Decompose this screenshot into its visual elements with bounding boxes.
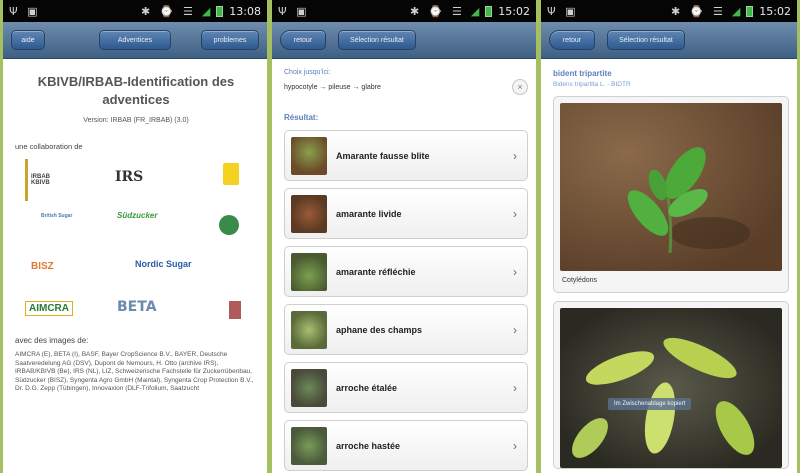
back-button[interactable]: retour (280, 30, 326, 50)
images-label: avec des images de: (15, 336, 89, 345)
result-item[interactable]: amarante livide › (284, 188, 528, 239)
system-icons: ✱ ⌚ ☰ (410, 4, 465, 18)
weeds-button[interactable]: Adventices (99, 30, 171, 50)
phone-screen-results: Ψ ▣ ✱ ⌚ ☰ ◢ 15:02 retour Sélection résul… (272, 0, 536, 473)
system-icons: ✱ ⌚ ☰ (141, 4, 196, 18)
image-credits: AIMCRA (E), BETA (I), BASF, Bayer CropSc… (15, 351, 254, 392)
result-item-label: arroche hastée (336, 440, 401, 451)
species-content: bident tripartite Bidens tripartita L. -… (541, 59, 797, 469)
phone-screen-about: Ψ ▣ ✱ ⌚ ☰ ◢ 13:08 aide Adventices proble… (3, 0, 267, 473)
suedzucker-logo: Südzucker (117, 211, 158, 220)
photo-caption: Cotylédons (562, 277, 598, 284)
result-item[interactable]: arroche étalée › (284, 362, 528, 413)
partner-logos: IRBAB KBIVB IRS British Sugar Südzucker … (15, 155, 257, 330)
chevron-right-icon: › (513, 380, 517, 395)
round-green-logo-icon (219, 215, 239, 235)
collaboration-label: une collaboration de (15, 142, 83, 151)
navigation-bar: aide Adventices problemes (3, 22, 267, 59)
photo-card[interactable]: Cotylédons (553, 96, 789, 293)
weed-thumbnail (291, 252, 327, 291)
species-name: bident tripartite (553, 69, 612, 78)
choice-label: Choix jusqu'ici: (284, 69, 331, 76)
navigation-bar: retour Sélection résultat (272, 22, 536, 59)
aimcra-logo: AIMCRA (25, 301, 73, 316)
weed-thumbnail (291, 426, 327, 465)
result-item[interactable]: aphane des champs › (284, 304, 528, 355)
result-item-label: Amarante fausse blite (336, 150, 430, 161)
copied-toast: Im Zwischenablage kopiert (608, 398, 692, 410)
species-scientific-name: Bidens tripartita L. - BIDTR (553, 81, 631, 88)
yellow-logo-icon (223, 163, 239, 185)
status-bar: Ψ ▣ ✱ ⌚ ☰ ◢ 13:08 (3, 0, 267, 22)
signal-icon: ◢ (731, 4, 741, 18)
chevron-right-icon: › (513, 264, 517, 279)
weed-thumbnail (291, 194, 327, 233)
weed-thumbnail (291, 136, 327, 175)
chevron-right-icon: › (513, 206, 517, 221)
choice-path: hypocotyle → pileuse → glabre (284, 83, 381, 91)
notification-icons: Ψ ▣ (278, 4, 310, 18)
app-version: Version: IRBAB (FR_IRBAB) (3.0) (83, 117, 189, 124)
plant-photo[interactable]: Im Zwischenablage kopiert (560, 308, 782, 468)
signal-icon: ◢ (201, 4, 211, 18)
notification-icons: Ψ ▣ (9, 4, 41, 18)
result-item[interactable]: Amarante fausse blite › (284, 130, 528, 181)
photo-card[interactable]: Im Zwischenablage kopiert (553, 301, 789, 469)
navigation-bar: retour Sélection résultat (541, 22, 797, 59)
plant-illustration (572, 337, 755, 458)
seedling-photo[interactable] (560, 103, 782, 271)
weed-thumbnail (291, 310, 327, 349)
battery-icon (746, 5, 754, 17)
selection-result-button[interactable]: Sélection résultat (338, 30, 416, 50)
irbab-logo: IRBAB KBIVB (25, 159, 69, 201)
result-item[interactable]: arroche hastée › (284, 420, 528, 471)
clear-choice-button[interactable]: × (512, 79, 528, 95)
app-title: KBIVB/IRBAB-Identification des adventice… (37, 74, 235, 107)
selection-result-button[interactable]: Sélection résultat (607, 30, 685, 50)
status-bar: Ψ ▣ ✱ ⌚ ☰ ◢ 15:02 (541, 0, 797, 22)
seedling-illustration (627, 147, 750, 254)
chevron-right-icon: › (513, 322, 517, 337)
result-list: Amarante fausse blite › amarante livide … (284, 130, 528, 471)
result-item-label: amarante livide (336, 208, 402, 219)
notification-icons: Ψ ▣ (547, 4, 579, 18)
status-time: 15:02 (759, 4, 791, 18)
red-logo-icon (229, 301, 241, 319)
status-time: 13:08 (229, 4, 261, 18)
chevron-right-icon: › (513, 438, 517, 453)
result-item-label: arroche étalée (336, 382, 398, 393)
battery-icon (216, 5, 224, 17)
chevron-right-icon: › (513, 148, 517, 163)
british-sugar-logo: British Sugar (41, 213, 73, 219)
signal-icon: ◢ (470, 4, 480, 18)
result-item[interactable]: amarante réfléchie › (284, 246, 528, 297)
battery-icon (485, 5, 493, 17)
nordic-sugar-logo: Nordic Sugar (135, 259, 192, 269)
result-label: Résultat: (284, 113, 319, 122)
result-item-label: aphane des champs (336, 324, 423, 335)
beta-logo: BETA (117, 299, 157, 315)
about-content: KBIVB/IRBAB-Identification des adventice… (3, 59, 267, 394)
bisz-logo: BISZ (31, 261, 54, 272)
help-button[interactable]: aide (11, 30, 45, 50)
status-bar: Ψ ▣ ✱ ⌚ ☰ ◢ 15:02 (272, 0, 536, 22)
results-content: Choix jusqu'ici: hypocotyle → pileuse → … (272, 59, 536, 471)
system-icons: ✱ ⌚ ☰ (671, 4, 726, 18)
choice-row: hypocotyle → pileuse → glabre × (284, 79, 528, 95)
problems-button[interactable]: problemes (201, 30, 259, 50)
irs-logo: IRS (115, 169, 144, 185)
weed-thumbnail (291, 368, 327, 407)
back-button[interactable]: retour (549, 30, 595, 50)
result-item-label: amarante réfléchie (336, 266, 416, 277)
phone-screen-species: Ψ ▣ ✱ ⌚ ☰ ◢ 15:02 retour Sélection résul… (541, 0, 797, 473)
status-time: 15:02 (498, 4, 530, 18)
